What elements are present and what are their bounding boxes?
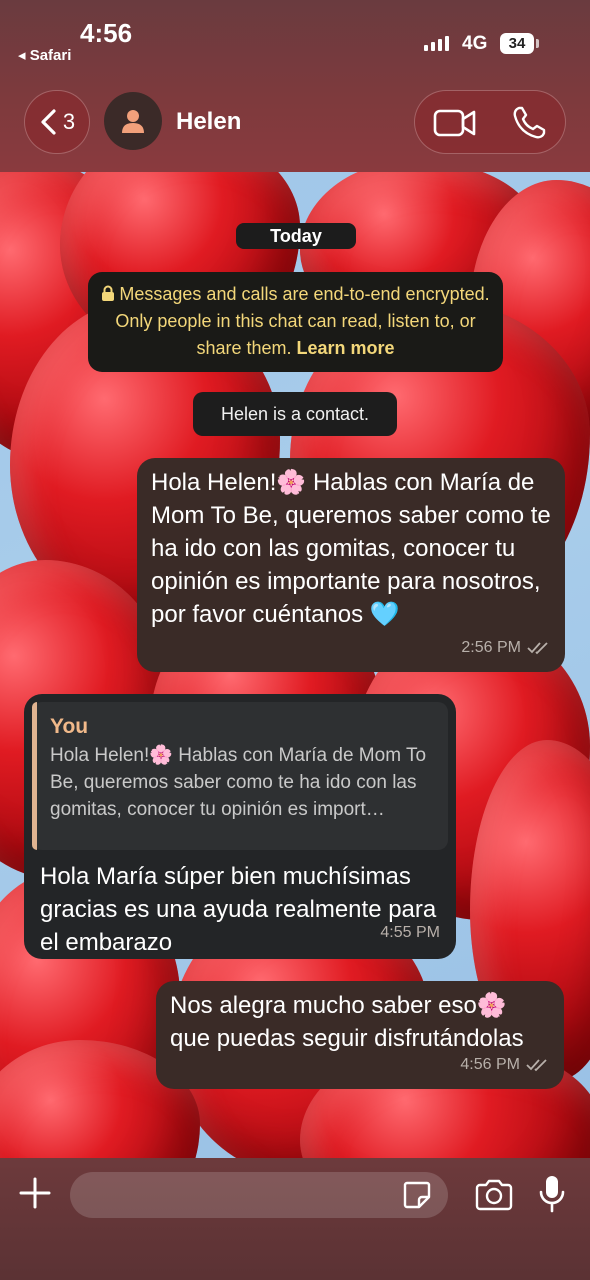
message-meta: 4:55 PM: [380, 916, 440, 949]
quoted-message[interactable]: You Hola Helen!🌸 Hablas con María de Mom…: [32, 702, 448, 850]
avatar[interactable]: [104, 92, 162, 150]
contact-name[interactable]: Helen: [176, 108, 241, 136]
camera-icon[interactable]: [474, 1178, 514, 1212]
top-bar: 4:56 ◂ Safari 4G 34 3 Helen: [0, 0, 590, 172]
encryption-notice[interactable]: Messages and calls are end-to-end encryp…: [88, 272, 503, 372]
back-button[interactable]: 3: [24, 90, 90, 154]
quote-author: You: [50, 715, 89, 738]
message-text: Nos alegra mucho saber eso🌸 que puedas s…: [170, 992, 524, 1052]
quote-text: Hola Helen!🌸 Hablas con María de Mom To …: [50, 745, 427, 820]
sticker-icon[interactable]: [402, 1180, 432, 1210]
message-bubble-incoming[interactable]: You Hola Helen!🌸 Hablas con María de Mom…: [24, 694, 456, 959]
back-to-safari-link[interactable]: ◂ Safari: [18, 46, 71, 64]
composer-bar: [0, 1158, 590, 1280]
message-meta: 4:56 PM: [460, 1048, 550, 1081]
person-icon: [122, 110, 144, 133]
network-type: 4G: [462, 33, 488, 54]
message-bubble-outgoing[interactable]: Nos alegra mucho saber eso🌸 que puedas s…: [156, 981, 564, 1089]
chevron-left-icon: [41, 109, 56, 135]
message-time: 4:55 PM: [380, 924, 440, 941]
date-chip: Today: [236, 223, 356, 249]
mic-icon[interactable]: [538, 1174, 566, 1214]
battery-icon: 34: [500, 33, 534, 54]
signal-icon: [424, 36, 449, 51]
message-time: 4:56 PM: [460, 1056, 520, 1073]
status-time: 4:56: [80, 18, 133, 48]
call-actions: [414, 90, 566, 154]
learn-more-link[interactable]: Learn more: [297, 338, 395, 358]
lock-icon: [102, 285, 115, 301]
double-check-icon: [527, 641, 548, 654]
message-bubble-outgoing[interactable]: Hola Helen!🌸 Hablas con María de Mom To …: [137, 458, 565, 672]
battery-tip: [536, 39, 539, 48]
message-meta: 2:56 PM: [461, 631, 551, 664]
unread-count: 3: [62, 109, 76, 134]
contact-notice: Helen is a contact.: [193, 392, 397, 436]
message-input[interactable]: [70, 1172, 448, 1218]
message-text: Hola Helen!🌸 Hablas con María de Mom To …: [151, 469, 551, 628]
message-time: 2:56 PM: [461, 639, 521, 656]
phone-icon[interactable]: [511, 105, 547, 141]
video-icon[interactable]: [433, 106, 477, 140]
double-check-icon: [526, 1058, 547, 1071]
plus-icon[interactable]: [18, 1176, 52, 1210]
